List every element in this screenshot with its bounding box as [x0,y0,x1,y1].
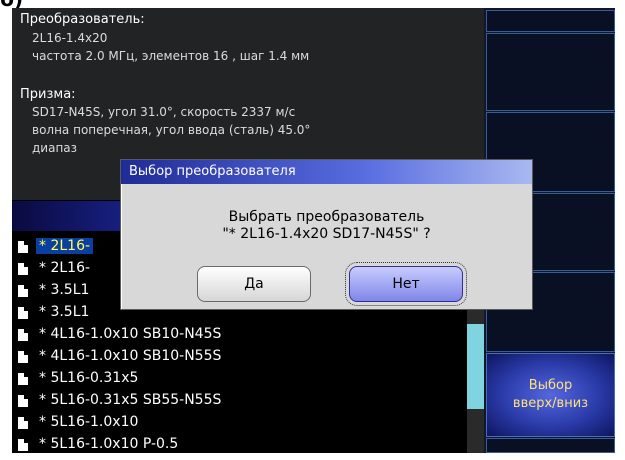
document-icon [18,417,28,429]
list-item[interactable]: * 5L16-1.0x10 P-0.5 [12,434,467,453]
document-icon [18,329,28,341]
document-icon [18,241,28,253]
list-item-label: * 5L16-0.31x5 SB55-N55S [39,392,222,408]
list-item[interactable]: * 5L16-0.31x5 SB55-N55S [12,390,467,410]
document-icon [18,351,28,363]
softkey-slot [486,10,615,32]
device-screen: Преобразователь: 2L16-1.4x20 частота 2.0… [12,8,615,453]
list-item-label: * 5L16-1.0x10 [39,414,139,430]
no-button[interactable]: Нет [345,262,467,306]
list-item-label: * 4L16-1.0x10 SB10-N55S [39,348,222,364]
select-up-down-label-line1: Выбор [528,378,573,393]
yes-button[interactable]: Да [197,266,311,302]
dialog-title-bar: Выбор преобразователя [121,160,532,184]
select-up-down-label-line2: вверх/вниз [512,396,589,411]
list-item[interactable]: * 5L16-0.31x5 [12,368,467,388]
document-icon [18,307,28,319]
dialog-title: Выбор преобразователя [129,164,296,179]
document-icon [18,373,28,385]
prism-params-line2: волна поперечная, угол ввода (сталь) 45.… [32,123,311,137]
prism-params-line3: диапаз [32,141,78,155]
document-icon [18,263,28,275]
transducer-params: частота 2.0 МГц, элементов 16 , шаг 1.4 … [32,49,310,63]
list-item-label: * 2L16- [39,260,91,276]
list-item[interactable]: * 4L16-1.0x10 SB10-N45S [12,324,467,344]
list-item-label: * 4L16-1.0x10 SB10-N45S [39,326,222,342]
list-item-label: * 3.5L1 [39,282,90,298]
transducer-heading: Преобразователь: [20,12,145,27]
softkey-slot [486,438,615,453]
dialog-message-line1: Выбрать преобразователь [228,209,425,225]
prism-heading: Призма: [20,87,76,102]
document-icon [18,395,28,407]
list-item-label: * 2L16- [36,238,94,254]
list-item-label: * 5L16-1.0x10 P-0.5 [39,436,179,452]
dialog-message-line2: "* 2L16-1.4x20 SD17-N45S" ? [222,226,431,242]
softkey-slot [486,33,615,111]
transducer-name: 2L16-1.4x20 [32,31,108,45]
document-icon [18,439,28,451]
select-transducer-dialog: Выбор преобразователя Выбрать преобразов… [120,159,533,310]
select-up-down-button[interactable]: Выбор вверх/вниз [486,353,615,437]
list-item[interactable]: * 4L16-1.0x10 SB10-N55S [12,346,467,366]
list-scrollbar-thumb[interactable] [467,324,484,409]
list-item[interactable]: * 5L16-1.0x10 [12,412,467,432]
list-item-label: * 5L16-0.31x5 [39,370,139,386]
list-item-label: * 3.5L1 [39,304,90,320]
document-icon [18,285,28,297]
prism-params-line1: SD17-N45S, угол 31.0°, скорость 2337 м/с [32,105,296,119]
